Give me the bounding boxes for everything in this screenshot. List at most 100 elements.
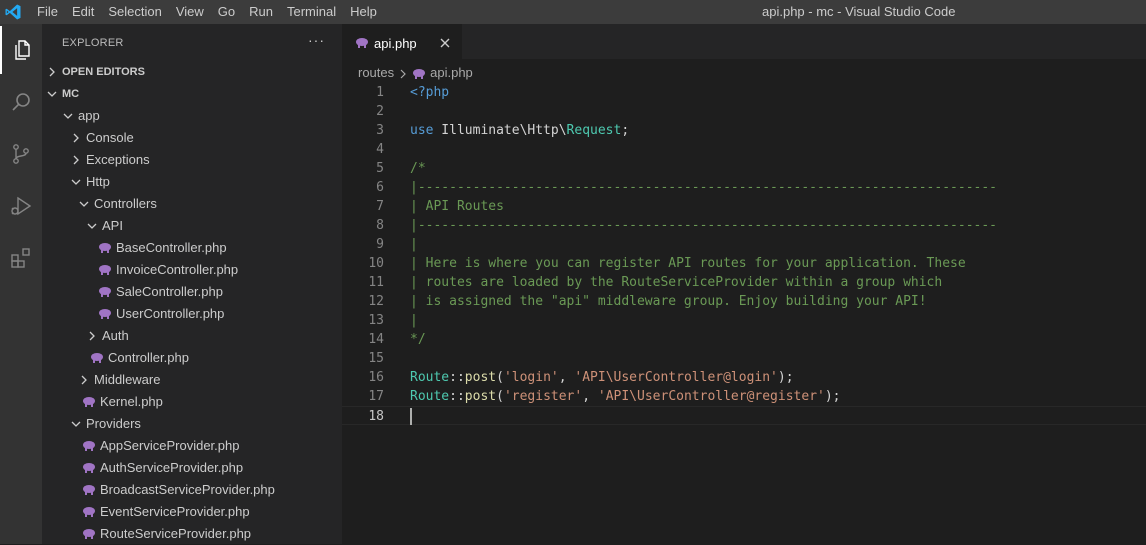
line-number: 1 — [376, 85, 384, 100]
code-line[interactable]: 8 |--------------------------------------… — [342, 216, 1146, 235]
more-actions-button[interactable]: ··· — [308, 32, 325, 48]
code-line[interactable]: 7 | API Routes — [342, 197, 1146, 216]
tree-item-label: API — [102, 218, 123, 233]
text-cursor — [410, 408, 412, 425]
code-token: Route — [410, 370, 450, 385]
tree-item-label: Auth — [102, 328, 129, 343]
breadcrumb-folder[interactable]: routes — [358, 65, 394, 80]
tree-item-label: BroadcastServiceProvider.php — [100, 482, 275, 497]
folder-providers[interactable]: Providers — [42, 413, 342, 435]
php-file-icon — [83, 485, 95, 495]
folder-app[interactable]: app — [42, 105, 342, 127]
code-token: | — [410, 237, 418, 252]
file-basecontroller-php[interactable]: BaseController.php — [42, 237, 342, 259]
folder-console[interactable]: Console — [42, 127, 342, 149]
code-token: Illuminate\Http\ — [433, 123, 567, 138]
tree-item-label: SaleController.php — [116, 284, 223, 299]
file-routeserviceprovider-php[interactable]: RouteServiceProvider.php — [42, 523, 342, 545]
folder-auth[interactable]: Auth — [42, 325, 342, 347]
php-file-icon — [99, 287, 111, 297]
chevron-down-icon — [70, 171, 82, 193]
code-line[interactable]: 4 — [342, 140, 1146, 159]
folder-controllers[interactable]: Controllers — [42, 193, 342, 215]
line-number: 12 — [368, 294, 384, 309]
window-title: api.php - mc - Visual Studio Code — [762, 4, 956, 19]
code-token: | API Routes — [410, 199, 504, 214]
code-line[interactable]: 1 <?php — [342, 83, 1146, 102]
close-icon[interactable] — [438, 36, 452, 50]
workspace-section[interactable]: MC — [42, 83, 342, 105]
code-text: |---------------------------------------… — [410, 178, 997, 197]
search-icon[interactable] — [0, 78, 42, 126]
file-usercontroller-php[interactable]: UserController.php — [42, 303, 342, 325]
file-salecontroller-php[interactable]: SaleController.php — [42, 281, 342, 303]
breadcrumb-file[interactable]: api.php — [430, 65, 473, 80]
tree-item-label: Middleware — [94, 372, 161, 387]
code-line[interactable]: 3 use Illuminate\Http\Request; — [342, 121, 1146, 140]
tab-api-php[interactable]: api.php — [342, 24, 462, 59]
files-icon[interactable] — [0, 26, 42, 74]
code-line[interactable]: 6 |--------------------------------------… — [342, 178, 1146, 197]
code-line[interactable]: 5 /* — [342, 159, 1146, 178]
folder-middleware[interactable]: Middleware — [42, 369, 342, 391]
code-line[interactable]: 10 | Here is where you can register API r… — [342, 254, 1146, 273]
code-line[interactable]: 11 | routes are loaded by the RouteServic… — [342, 273, 1146, 292]
file-kernel-php[interactable]: Kernel.php — [42, 391, 342, 413]
tree-item-label: Exceptions — [86, 152, 150, 167]
code-token: | is assigned the "api" middleware group… — [410, 294, 927, 309]
code-token: :: — [449, 370, 465, 385]
code-line[interactable]: 14 */ — [342, 330, 1146, 349]
code-line[interactable]: 15 — [342, 349, 1146, 368]
line-number: 3 — [376, 123, 384, 138]
run-debug-icon[interactable] — [0, 182, 42, 230]
source-control-icon[interactable] — [0, 130, 42, 178]
code-line[interactable]: 13 | — [342, 311, 1146, 330]
code-text: /* — [410, 159, 426, 178]
file-broadcastserviceprovider-php[interactable]: BroadcastServiceProvider.php — [42, 479, 342, 501]
line-number: 4 — [376, 142, 384, 157]
activity-bar — [0, 24, 42, 544]
code-line[interactable]: 18 — [342, 406, 1146, 425]
file-eventserviceprovider-php[interactable]: EventServiceProvider.php — [42, 501, 342, 523]
code-token: */ — [410, 332, 426, 347]
chevron-down-icon — [46, 83, 58, 105]
line-number: 6 — [376, 180, 384, 195]
file-authserviceprovider-php[interactable]: AuthServiceProvider.php — [42, 457, 342, 479]
code-line[interactable]: 9 | — [342, 235, 1146, 254]
tree-item-label: Providers — [86, 416, 141, 431]
code-line[interactable]: 12 | is assigned the "api" middleware gro… — [342, 292, 1146, 311]
breadcrumb: routes api.php — [358, 62, 473, 84]
tab-label: api.php — [374, 36, 417, 51]
code-token: use — [410, 123, 434, 138]
file-controller-php[interactable]: Controller.php — [42, 347, 342, 369]
php-file-icon — [99, 309, 111, 319]
code-token: 'API\UserController@login' — [574, 370, 778, 385]
chevron-right-icon — [400, 69, 406, 78]
extensions-icon[interactable] — [0, 234, 42, 282]
folder-http[interactable]: Http — [42, 171, 342, 193]
code-token: ( — [496, 370, 504, 385]
line-number: 2 — [376, 104, 384, 119]
code-line[interactable]: 2 — [342, 102, 1146, 121]
tree-item-label: UserController.php — [116, 306, 225, 321]
code-line[interactable]: 17 Route::post('register', 'API\UserContr… — [342, 387, 1146, 406]
chevron-down-icon — [78, 193, 90, 215]
php-file-icon — [99, 243, 111, 253]
chevron-down-icon — [86, 215, 98, 237]
code-token: /* — [410, 161, 426, 176]
tree-item-label: EventServiceProvider.php — [100, 504, 250, 519]
code-token: <?php — [410, 85, 450, 100]
open-editors-section[interactable]: OPEN EDITORS — [42, 61, 342, 83]
code-token: |---------------------------------------… — [410, 180, 997, 195]
code-token: , — [582, 389, 598, 404]
php-file-icon — [413, 69, 426, 80]
file-invoicecontroller-php[interactable]: InvoiceController.php — [42, 259, 342, 281]
folder-exceptions[interactable]: Exceptions — [42, 149, 342, 171]
line-number: 18 — [368, 409, 384, 424]
file-appserviceprovider-php[interactable]: AppServiceProvider.php — [42, 435, 342, 457]
code-token: 'login' — [503, 370, 559, 385]
code-line[interactable]: 16 Route::post('login', 'API\UserControll… — [342, 368, 1146, 387]
code-token: :: — [449, 389, 465, 404]
tab-bar: api.php — [342, 24, 1146, 59]
folder-api[interactable]: API — [42, 215, 342, 237]
